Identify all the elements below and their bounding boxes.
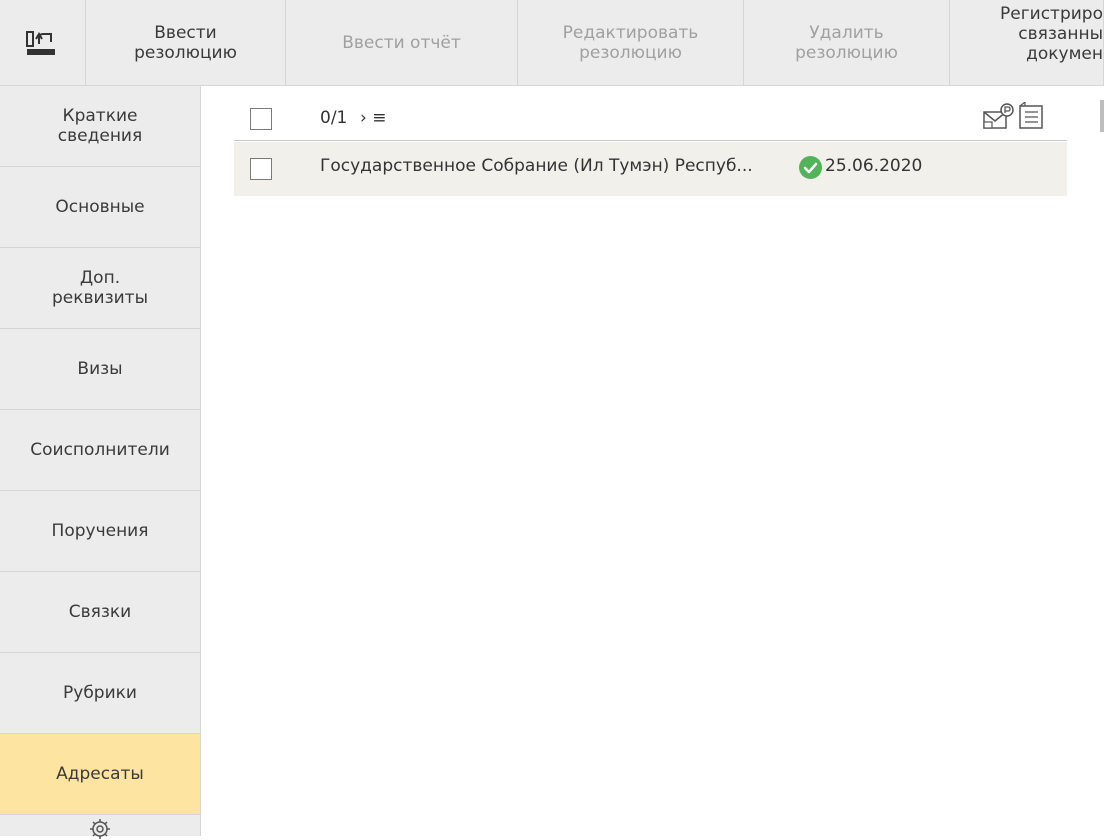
sidebar-item-main[interactable]: Основные — [0, 167, 200, 248]
selection-counter: 0/1 — [320, 108, 348, 128]
back-button[interactable] — [0, 0, 86, 85]
gear-icon — [90, 819, 110, 839]
register-linked-documents-button[interactable]: Регистриро связанны докумен — [950, 0, 1104, 85]
settings-button[interactable] — [0, 810, 200, 839]
list-header: 0/1 › ≡ — [234, 96, 1067, 141]
comment-list-icon[interactable] — [1016, 102, 1050, 132]
toolbar: Ввести резолюцию Ввести отчёт Редактиров… — [0, 0, 1104, 86]
sidebar-item-co-executors[interactable]: Соисполнители — [0, 410, 200, 491]
sidebar-item-visas[interactable]: Визы — [0, 329, 200, 410]
sidebar-item-assignments[interactable]: Поручения — [0, 491, 200, 572]
row-checkbox[interactable] — [250, 158, 272, 180]
sidebar-item-summary[interactable]: Краткие сведения — [0, 86, 200, 167]
approved-check-icon — [799, 156, 822, 179]
return-icon — [25, 31, 55, 55]
delete-resolution-button[interactable]: Удалить резолюцию — [744, 0, 950, 85]
sidebar-item-links[interactable]: Связки — [0, 572, 200, 653]
row-date: 25.06.2020 — [825, 156, 923, 176]
sidebar-item-extra-details[interactable]: Доп. реквизиты — [0, 248, 200, 329]
select-all-checkbox[interactable] — [250, 108, 272, 130]
sidebar: Краткие сведения Основные Доп. реквизиты… — [0, 86, 201, 839]
enter-report-button[interactable]: Ввести отчёт — [286, 0, 518, 85]
envelope-icon[interactable] — [982, 102, 1016, 132]
sidebar-item-rubrics[interactable]: Рубрики — [0, 653, 200, 734]
enter-resolution-button[interactable]: Ввести резолюцию — [86, 0, 286, 85]
edit-resolution-button[interactable]: Редактировать резолюцию — [518, 0, 744, 85]
resize-handle[interactable] — [1100, 100, 1104, 132]
sidebar-item-addressees[interactable]: Адресаты — [0, 734, 200, 815]
addressee-name: Государственное Собрание (Ил Тумэн) Респ… — [320, 156, 753, 176]
sort-toggle[interactable]: › ≡ — [360, 108, 386, 128]
main-panel: 0/1 › ≡ Государственное Собрание (Ил Тум… — [201, 86, 1104, 836]
list-item[interactable]: Государственное Собрание (Ил Тумэн) Респ… — [234, 142, 1067, 196]
